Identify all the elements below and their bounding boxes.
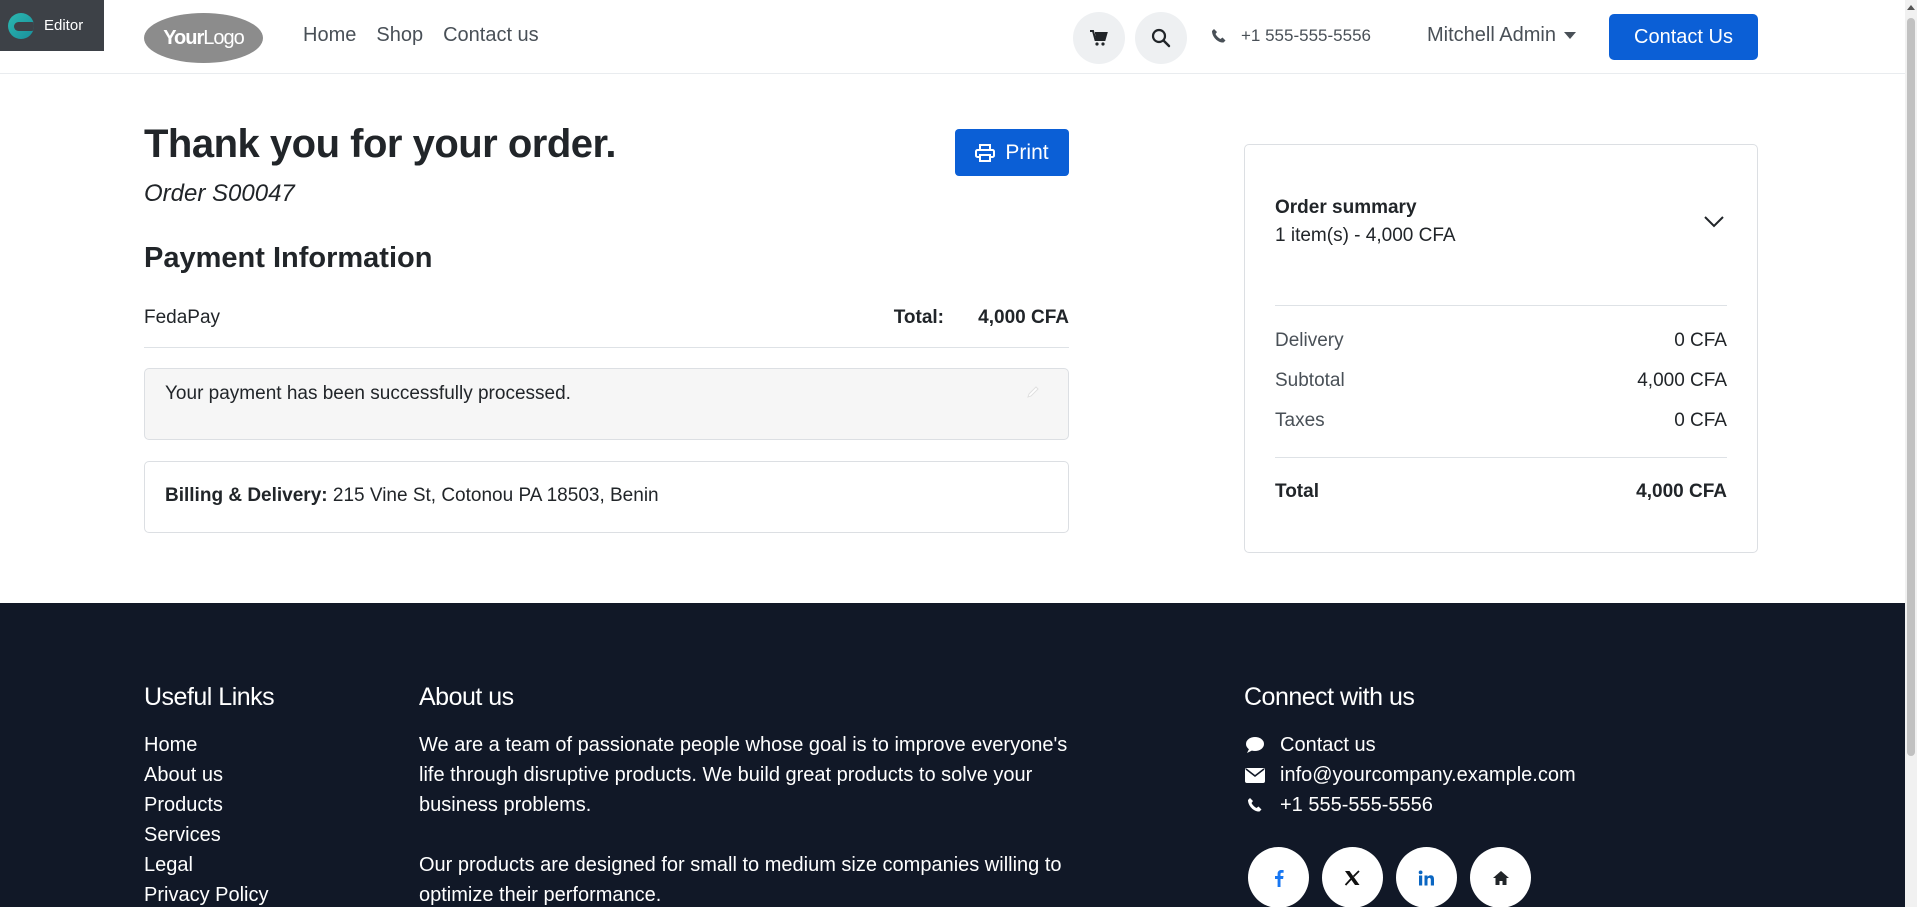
print-label: Print (1005, 140, 1049, 164)
payment-total-value: 4,000 CFA (978, 307, 1069, 328)
payment-heading: Payment Information (144, 242, 433, 274)
payment-row: FedaPay Total: 4,000 CFA (144, 303, 1069, 348)
order-summary-title: Order summary (1275, 197, 1417, 218)
summary-line-value: 4,000 CFA (1637, 370, 1727, 391)
footer-phone: +1 555-555-5556 (1280, 794, 1433, 816)
order-summary-items: 1 item(s) - 4,000 CFA (1275, 225, 1456, 246)
footer-phone-link[interactable]: +1 555-555-5556 (1244, 790, 1576, 820)
order-reference: Order S00047 (144, 180, 295, 207)
cart-icon (1090, 30, 1108, 46)
footer-connect-heading: Connect with us (1244, 683, 1415, 711)
footer-links-heading: Useful Links (144, 683, 275, 711)
footer-link-about[interactable]: About us (144, 760, 274, 790)
user-menu-toggle[interactable]: Mitchell Admin (1427, 24, 1576, 47)
facebook-icon (1274, 869, 1284, 887)
facebook-link[interactable] (1248, 847, 1309, 907)
summary-line-value: 0 CFA (1674, 330, 1727, 351)
summary-line-label: Delivery (1275, 330, 1344, 351)
header-phone[interactable]: +1 555-555-5556 (1211, 26, 1371, 46)
footer-link-services[interactable]: Services (144, 820, 274, 850)
billing-label: Billing & Delivery: (165, 485, 328, 506)
nav-shop[interactable]: Shop (376, 24, 423, 47)
pencil-icon[interactable] (1026, 385, 1040, 399)
phone-icon (1212, 29, 1226, 43)
footer-about-text-2: Our products are designed for small to m… (419, 854, 1062, 906)
main-nav: Home Shop Contact us (303, 24, 539, 47)
site-logo[interactable]: YourLogo (144, 13, 263, 63)
home-icon (1492, 870, 1509, 885)
phone-icon (1248, 798, 1262, 812)
editor-toggle[interactable]: Editor (0, 0, 104, 51)
footer-email: info@yourcompany.example.com (1280, 764, 1576, 786)
payment-total-label: Total: (893, 307, 944, 328)
linkedin-icon (1418, 870, 1434, 885)
printer-icon (975, 143, 996, 162)
x-twitter-link[interactable] (1322, 847, 1383, 907)
summary-total: Total 4,000 CFA (1275, 481, 1727, 503)
footer-link-products[interactable]: Products (144, 790, 274, 820)
chat-icon (1246, 737, 1264, 753)
footer-link-home[interactable]: Home (144, 730, 274, 760)
scrollbar-thumb[interactable] (1907, 18, 1915, 756)
summary-line-delivery: Delivery 0 CFA (1275, 330, 1727, 352)
footer-connect: Connect with us Contact us info@yourcomp… (1244, 683, 1576, 820)
summary-line-value: 0 CFA (1674, 410, 1727, 431)
nav-home[interactable]: Home (303, 24, 356, 47)
footer-about: About us We are a team of passionate peo… (419, 683, 1069, 907)
chevron-down-icon (1563, 32, 1576, 39)
footer-link-legal[interactable]: Legal (144, 850, 274, 880)
nav-contact-us[interactable]: Contact us (443, 24, 539, 47)
footer-about-heading: About us (419, 683, 514, 711)
footer-link-privacy[interactable]: Privacy Policy (144, 880, 274, 907)
divider (1275, 305, 1727, 306)
summary-total-value: 4,000 CFA (1636, 481, 1727, 502)
editor-label: Editor (44, 17, 84, 34)
footer-contact-label: Contact us (1280, 734, 1376, 756)
x-twitter-icon (1344, 869, 1360, 886)
order-summary-toggle[interactable]: Order summary 1 item(s) - 4,000 CFA (1275, 197, 1456, 247)
order-summary-card: Order summary 1 item(s) - 4,000 CFA Deli… (1244, 144, 1758, 553)
social-links (1248, 847, 1531, 907)
billing-address: 215 Vine St, Cotonou PA 18503, Benin (327, 485, 659, 506)
editor-logo-icon (8, 12, 34, 39)
logo-text-bold: Your (163, 26, 204, 49)
chevron-down-icon[interactable] (1703, 215, 1725, 229)
footer-useful-links: Useful Links Home About us Products Serv… (144, 683, 275, 907)
contact-us-button[interactable]: Contact Us (1609, 14, 1758, 60)
summary-line-taxes: Taxes 0 CFA (1275, 410, 1727, 432)
home-link[interactable] (1470, 847, 1531, 907)
logo-text-light: Logo (203, 26, 244, 49)
summary-total-label: Total (1275, 481, 1319, 502)
summary-line-subtotal: Subtotal 4,000 CFA (1275, 370, 1727, 392)
search-icon (1151, 28, 1171, 48)
print-button[interactable]: Print (955, 129, 1069, 176)
footer-email-link[interactable]: info@yourcompany.example.com (1244, 760, 1576, 790)
site-footer: Useful Links Home About us Products Serv… (0, 603, 1905, 907)
footer-contact-link[interactable]: Contact us (1244, 730, 1576, 760)
page-title: Thank you for your order. (144, 122, 617, 166)
cart-button[interactable] (1073, 12, 1125, 64)
search-button[interactable] (1135, 12, 1187, 64)
user-name: Mitchell Admin (1427, 24, 1556, 46)
payment-method: FedaPay (144, 307, 221, 328)
site-header: YourLogo Home Shop Contact us +1 555-555… (0, 0, 1905, 74)
divider (1275, 457, 1727, 458)
scroll-up-arrow-icon[interactable] (1907, 5, 1915, 10)
summary-line-label: Subtotal (1275, 370, 1345, 391)
billing-delivery-box: Billing & Delivery: 215 Vine St, Cotonou… (144, 461, 1069, 533)
summary-line-label: Taxes (1275, 410, 1325, 431)
payment-status-alert: Your payment has been successfully proce… (144, 368, 1069, 440)
payment-status-message: Your payment has been successfully proce… (165, 383, 571, 404)
footer-about-text: We are a team of passionate people whose… (419, 734, 1068, 816)
header-phone-number: +1 555-555-5556 (1241, 26, 1371, 45)
linkedin-link[interactable] (1396, 847, 1457, 907)
envelope-icon (1245, 767, 1265, 783)
page-scrollbar[interactable] (1905, 0, 1917, 907)
